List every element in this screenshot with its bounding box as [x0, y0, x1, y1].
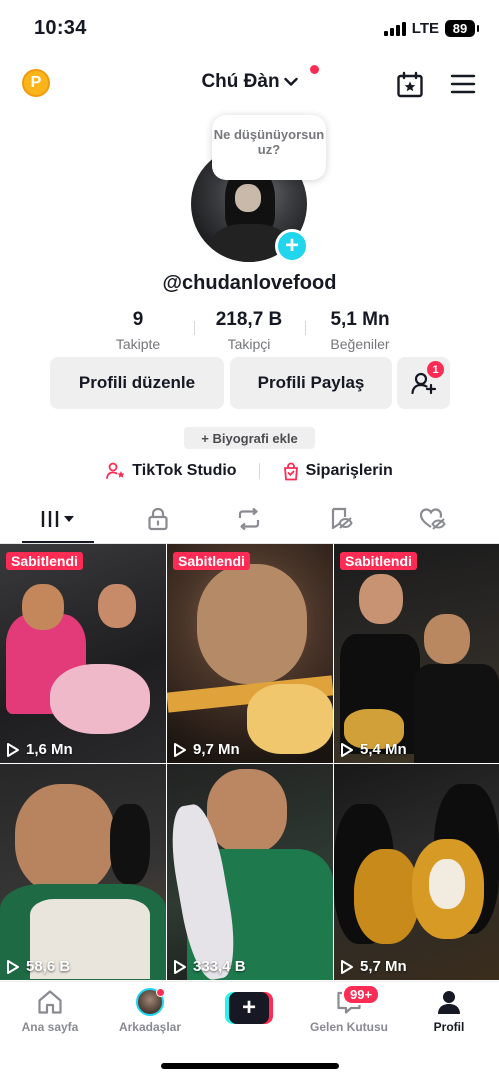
- pinned-badge: Sabitlendi: [6, 552, 83, 570]
- add-bio-button[interactable]: + Biyografi ekle: [184, 427, 315, 449]
- heart-eye-icon: [419, 508, 446, 530]
- video-grid-icon: [41, 511, 74, 527]
- following-count: 9: [132, 309, 144, 330]
- add-friends-button[interactable]: 1: [397, 357, 450, 409]
- tab-liked[interactable]: [388, 495, 478, 543]
- video-thumbnail[interactable]: Sabitlendi 9,7 Mn: [167, 544, 333, 763]
- edit-profile-button[interactable]: Profili düzenle: [50, 357, 224, 409]
- likes-label: Beğeniler: [330, 336, 390, 352]
- battery-icon: 89: [445, 20, 479, 37]
- view-count: 5,4 Mn: [340, 741, 407, 758]
- nav-home-label: Ana sayfa: [21, 1020, 79, 1034]
- view-count-value: 58,6 B: [26, 958, 71, 975]
- play-icon: [7, 742, 19, 757]
- stat-following[interactable]: 9 Takipte: [78, 309, 198, 352]
- studio-user-icon: [106, 462, 125, 479]
- view-count-value: 5,4 Mn: [360, 741, 407, 758]
- profile-icon: [438, 991, 460, 1014]
- nav-friends-label: Arkadaşlar: [118, 1020, 182, 1034]
- play-icon: [7, 959, 19, 974]
- followers-count: 218,7 B: [215, 309, 283, 330]
- view-count: 5,7 Mn: [340, 958, 407, 975]
- create-button[interactable]: +: [225, 992, 273, 1024]
- tiktok-studio-label: TikTok Studio: [132, 462, 237, 479]
- video-thumbnail[interactable]: Sabitlendi 5,4 Mn: [334, 544, 499, 763]
- video-grid: Sabitlendi 1,6 Mn Sabitlendi 9,7 Mn Sabi…: [0, 544, 499, 980]
- add-story-button[interactable]: +: [275, 229, 309, 263]
- inbox-count-badge: 99+: [342, 984, 381, 1005]
- friend-request-badge: 1: [427, 361, 444, 378]
- nav-friends[interactable]: Arkadaşlar: [100, 988, 200, 1034]
- share-profile-button[interactable]: Profili Paylaş: [230, 357, 392, 409]
- pinned-badge: Sabitlendi: [173, 552, 250, 570]
- status-time: 10:34: [34, 17, 87, 39]
- status-indicators: LTE 89: [383, 20, 479, 37]
- tiktok-studio-link[interactable]: TikTok Studio: [106, 459, 237, 483]
- play-icon: [341, 959, 353, 974]
- notification-dot: [156, 988, 165, 997]
- play-icon: [341, 742, 353, 757]
- view-count: 1,6 Mn: [6, 741, 73, 758]
- signal-icon: [383, 21, 406, 36]
- status-bar: 10:34 LTE 89: [0, 0, 499, 56]
- status-thought-bubble[interactable]: Ne düşünüyorsun uz?: [212, 115, 326, 180]
- stat-followers[interactable]: 218,7 B Takipçi: [189, 309, 309, 352]
- video-thumbnail[interactable]: 5,7 Mn: [334, 764, 499, 980]
- content-tabs: [0, 495, 499, 544]
- view-count-value: 5,7 Mn: [360, 958, 407, 975]
- view-count: 333,4 B: [173, 958, 246, 975]
- orders-link[interactable]: Siparişlerin: [282, 459, 393, 483]
- profile-stats: 9 Takipte 218,7 B Takipçi 5,1 Mn Beğenil…: [0, 309, 499, 355]
- video-thumbnail[interactable]: 333,4 B: [167, 764, 333, 980]
- video-thumbnail[interactable]: 58,6 B: [0, 764, 166, 980]
- view-count-value: 1,6 Mn: [26, 741, 73, 758]
- following-label: Takipte: [115, 336, 161, 352]
- followers-label: Takipçi: [227, 336, 271, 352]
- orders-label: Siparişlerin: [305, 462, 393, 479]
- video-thumbnail[interactable]: Sabitlendi 1,6 Mn: [0, 544, 166, 763]
- profile-handle: @chudanlovefood: [162, 272, 337, 294]
- links-divider: [258, 463, 260, 479]
- view-count-value: 9,7 Mn: [193, 741, 240, 758]
- tab-videos[interactable]: [13, 495, 103, 543]
- nav-profile-label: Profil: [433, 1020, 465, 1034]
- nav-profile[interactable]: Profil: [399, 988, 499, 1034]
- nav-inbox-label: Gelen Kutusu: [309, 1020, 388, 1034]
- shopping-bag-icon: [283, 462, 298, 480]
- active-tab-indicator: [22, 541, 94, 543]
- view-count: 9,7 Mn: [173, 741, 240, 758]
- tab-private[interactable]: [113, 495, 203, 543]
- tab-reposts[interactable]: [204, 495, 294, 543]
- home-indicator: [161, 1063, 339, 1069]
- play-icon: [174, 742, 186, 757]
- calendar-star-icon[interactable]: [396, 71, 424, 99]
- account-switcher[interactable]: Chú Đàn: [0, 65, 499, 93]
- network-label: LTE: [411, 20, 439, 37]
- chevron-down-icon: [283, 77, 298, 86]
- menu-icon[interactable]: [450, 73, 476, 95]
- bookmark-eye-icon: [331, 507, 353, 530]
- repost-icon: [238, 507, 260, 531]
- notification-dot: [310, 65, 319, 74]
- nav-home[interactable]: Ana sayfa: [0, 988, 100, 1034]
- home-icon: [38, 990, 62, 1014]
- view-count-value: 333,4 B: [193, 958, 246, 975]
- stat-likes[interactable]: 5,1 Mn Beğeniler: [300, 309, 420, 352]
- header-username: Chú Đàn: [201, 71, 280, 92]
- likes-count: 5,1 Mn: [330, 309, 390, 330]
- friends-avatar: [136, 988, 165, 1016]
- view-count: 58,6 B: [6, 958, 70, 975]
- plus-icon: +: [229, 992, 269, 1024]
- tab-favorites[interactable]: [296, 495, 386, 543]
- pinned-badge: Sabitlendi: [340, 552, 417, 570]
- play-icon: [174, 959, 186, 974]
- profile-links: TikTok Studio Siparişlerin: [0, 459, 499, 483]
- lock-icon: [148, 507, 168, 531]
- profile-header: P Chú Đàn: [0, 56, 499, 112]
